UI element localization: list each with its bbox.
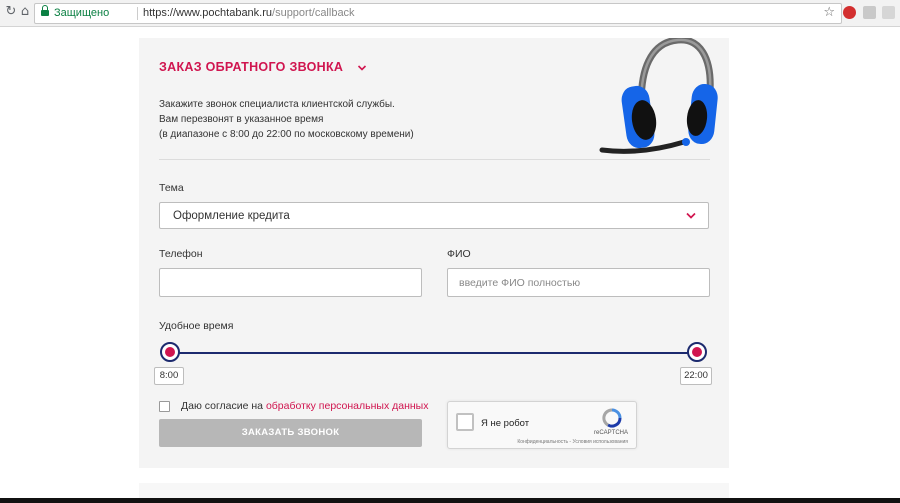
- secure-label: Защищено: [54, 7, 110, 19]
- topic-select[interactable]: Оформление кредита: [159, 202, 709, 229]
- fio-placeholder: введите ФИО полностью: [459, 277, 581, 289]
- description-line: Вам перезвонят в указанное время: [159, 114, 324, 125]
- url-text[interactable]: https://www.pochtabank.ru/support/callba…: [143, 7, 355, 19]
- fio-label: ФИО: [447, 248, 471, 260]
- consent-checkbox[interactable]: [159, 401, 170, 412]
- form-title: ЗАКАЗ ОБРАТНОГО ЗВОНКА: [159, 60, 344, 74]
- time-label: Удобное время: [159, 320, 234, 332]
- phone-label: Телефон: [159, 248, 203, 260]
- headset-illustration: [599, 38, 718, 154]
- bookmark-star-icon[interactable]: ☆: [823, 5, 835, 20]
- reload-icon[interactable]: ↻: [4, 5, 18, 19]
- adblock-extension-icon[interactable]: [843, 6, 856, 19]
- topic-selected-value: Оформление кредита: [173, 210, 290, 222]
- order-call-button[interactable]: ЗАКАЗАТЬ ЗВОНОК: [159, 419, 422, 447]
- time-slider-end-handle[interactable]: [687, 342, 707, 362]
- os-taskbar: [0, 498, 900, 503]
- chevron-down-icon: [686, 212, 696, 219]
- personal-data-link[interactable]: обработку персональных данных: [266, 400, 429, 412]
- form-description: Закажите звонок специалиста клиентской с…: [159, 97, 414, 142]
- home-icon[interactable]: ⌂: [18, 5, 32, 19]
- address-bar[interactable]: Защищено https://www.pochtabank.ru/suppo…: [34, 3, 842, 24]
- recaptcha-terms-link[interactable]: Конфиденциальность - Условия использован…: [517, 439, 628, 445]
- description-line: (в диапазоне с 8:00 до 22:00 по московск…: [159, 129, 414, 140]
- extension-icon[interactable]: [863, 6, 876, 19]
- chevron-down-icon[interactable]: [357, 63, 367, 73]
- description-line: Закажите звонок специалиста клиентской с…: [159, 99, 395, 110]
- url-host: https://www.pochtabank.ru: [143, 7, 273, 19]
- consent-text: Даю согласие на обработку персональных д…: [181, 400, 428, 412]
- recaptcha-widget: Я не робот reCAPTCHA Конфиденциальность …: [447, 401, 637, 449]
- time-from-value: 8:00: [154, 367, 184, 385]
- time-slider-start-handle[interactable]: [160, 342, 180, 362]
- browser-toolbar: ↻ ⌂ Защищено https://www.pochtabank.ru/s…: [0, 0, 900, 27]
- url-path: /support/callback: [272, 7, 355, 19]
- topic-label: Тема: [159, 182, 184, 194]
- recaptcha-logo-icon: [602, 408, 622, 428]
- section-divider: [159, 159, 710, 160]
- consent-prefix: Даю согласие на: [181, 400, 264, 412]
- time-slider-track[interactable]: [170, 352, 697, 354]
- rss-extension-icon[interactable]: [882, 6, 895, 19]
- recaptcha-checkbox[interactable]: [456, 413, 474, 431]
- callback-form-card: ЗАКАЗ ОБРАТНОГО ЗВОНКА Закажите звонок с…: [139, 38, 729, 468]
- recaptcha-brand: reCAPTCHA: [593, 430, 628, 436]
- phone-input[interactable]: [159, 268, 422, 297]
- lock-icon: [41, 5, 49, 16]
- url-separator: [137, 7, 138, 20]
- fio-input[interactable]: введите ФИО полностью: [447, 268, 710, 297]
- recaptcha-label: Я не робот: [481, 418, 530, 429]
- time-to-value: 22:00: [680, 367, 712, 385]
